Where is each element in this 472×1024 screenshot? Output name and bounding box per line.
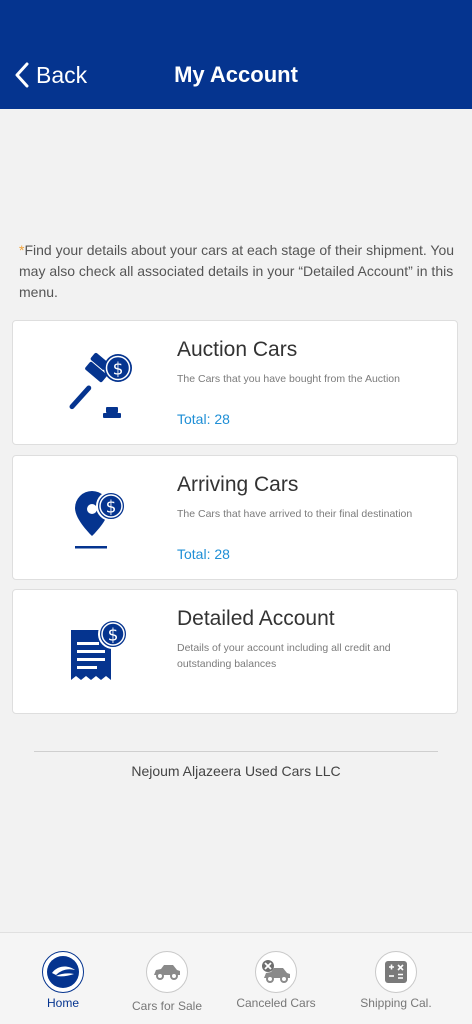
tab-shipping-calculator[interactable]: Shipping Cal. <box>354 933 438 1024</box>
tab-cars-for-sale[interactable]: Cars for Sale <box>122 933 212 1024</box>
tab-label: Canceled Cars <box>236 996 316 1010</box>
card-total: Total: 28 <box>177 411 230 427</box>
intro-text: *Find your details about your cars at ea… <box>19 240 459 303</box>
bottom-tab-bar: Home Cars for Sale Canceled Cars Shippin… <box>0 932 472 1024</box>
card-description: Details of your account including all cr… <box>177 642 391 670</box>
svg-text:$: $ <box>113 360 124 380</box>
card-description: The Cars that have arrived to their fina… <box>177 508 413 520</box>
calculator-icon <box>375 951 417 993</box>
tab-label: Home <box>46 996 79 1010</box>
location-pin-dollar-icon: $ <box>75 491 126 549</box>
arriving-cars-card[interactable]: $ Arriving Cars The Cars that have arriv… <box>12 455 458 580</box>
intro-body: Find your details about your cars at eac… <box>19 242 455 300</box>
tab-home[interactable]: Home <box>23 933 103 1024</box>
footer-divider <box>34 751 438 752</box>
auction-cars-card[interactable]: $ Auction Cars The Cars that you have bo… <box>12 320 458 445</box>
company-name: Nejoum Aljazeera Used Cars LLC <box>131 763 341 779</box>
tab-label: Cars for Sale <box>131 999 203 1013</box>
auction-gavel-dollar-icon: $ <box>69 352 132 418</box>
car-icon <box>146 951 188 993</box>
tab-canceled-cars[interactable]: Canceled Cars <box>230 933 322 1024</box>
detailed-account-card[interactable]: $ Detailed Account Details of your accou… <box>12 589 458 714</box>
page-title: My Account <box>174 62 298 87</box>
app-header: Back My Account <box>0 0 472 109</box>
card-title: Auction Cars <box>177 338 298 361</box>
card-description: The Cars that you have bought from the A… <box>177 373 400 385</box>
card-title: Detailed Account <box>177 607 335 630</box>
receipt-dollar-icon: $ <box>71 619 128 680</box>
home-logo-icon <box>42 951 84 993</box>
canceled-car-icon <box>255 951 297 993</box>
tab-label: Shipping Cal. <box>360 996 432 1010</box>
svg-text:$: $ <box>106 498 117 518</box>
card-title: Arriving Cars <box>177 473 299 496</box>
card-total: Total: 28 <box>177 546 230 562</box>
svg-text:$: $ <box>108 626 119 646</box>
